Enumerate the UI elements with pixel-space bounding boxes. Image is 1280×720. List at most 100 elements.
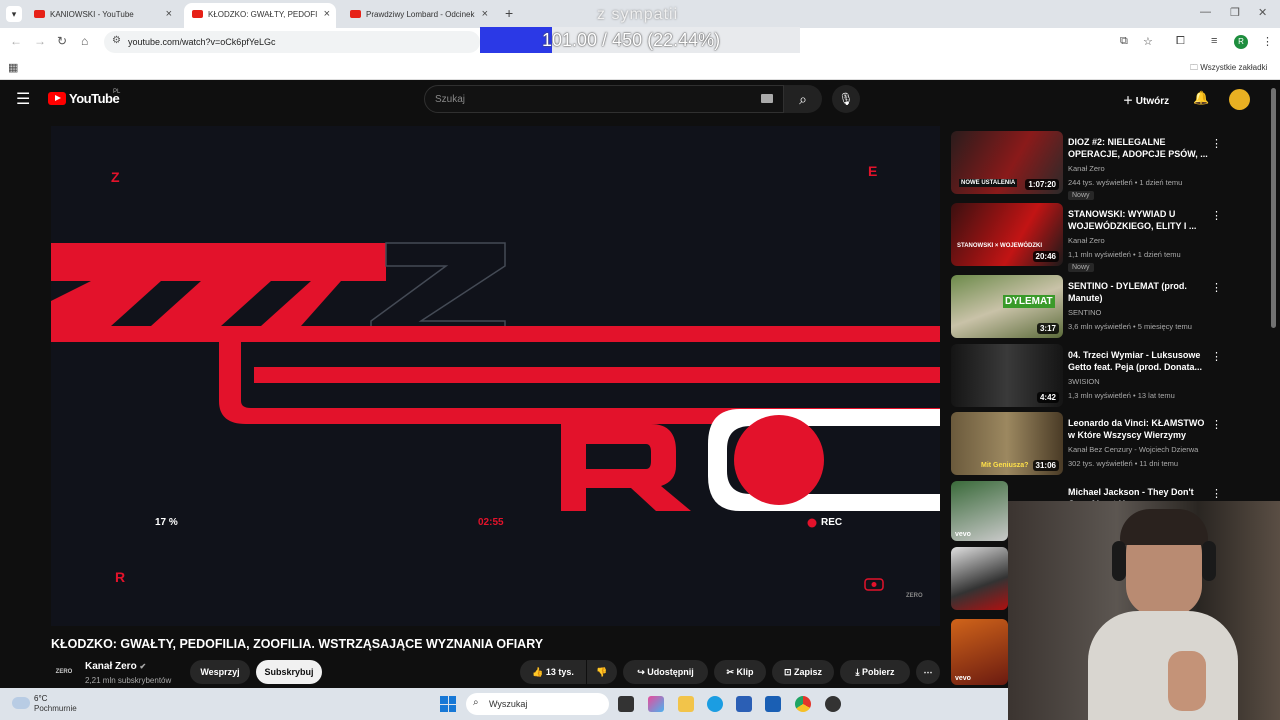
- recommendation-thumbnail[interactable]: 4:42: [951, 344, 1063, 407]
- task-view-icon[interactable]: [618, 696, 634, 712]
- recommendation-title: Leonardo da Vinci: KŁAMSTWO w Które Wszy…: [1068, 418, 1205, 440]
- search-icon: ⌕: [473, 697, 479, 708]
- youtube-favicon-icon: [34, 10, 45, 18]
- dislike-button[interactable]: 👎: [587, 660, 617, 684]
- taskbar-search-input[interactable]: ⌕ Wyszukaj: [466, 693, 609, 715]
- install-app-icon[interactable]: ⧉: [1120, 35, 1128, 48]
- tab-search-icon[interactable]: ▾: [6, 6, 22, 22]
- streamer-hair: [1120, 509, 1208, 545]
- apps-grid-icon[interactable]: ▦: [8, 61, 18, 74]
- edge-icon[interactable]: [707, 696, 723, 712]
- recommendation-thumbnail[interactable]: NOWE USTALENIA 1:07:20: [951, 131, 1063, 194]
- recommendation-title: DIOZ #2: NIELEGALNE OPERACJE, ADOPCJE PS…: [1068, 137, 1208, 159]
- bookmark-star-icon[interactable]: ☆: [1143, 35, 1153, 48]
- share-button[interactable]: ↪ Udostępnij: [623, 660, 708, 684]
- recommendation-item[interactable]: STANOWSKI × WOJEWÓDZKI 20:46 STANOWSKI: …: [951, 203, 1271, 272]
- recommendation-thumbnail[interactable]: DYLEMAT 3:17: [951, 275, 1063, 338]
- thumbs-down-icon: 👎: [596, 667, 608, 677]
- save-button[interactable]: ⊡ Zapisz: [772, 660, 834, 684]
- menu-hamburger-icon[interactable]: ☰: [16, 89, 30, 109]
- more-vert-icon[interactable]: ⋮: [1211, 209, 1222, 222]
- account-avatar[interactable]: [1229, 89, 1250, 110]
- keyboard-icon[interactable]: [761, 94, 773, 103]
- stream-goal-title: z sympatii: [597, 6, 679, 23]
- recommendation-thumbnail[interactable]: Mit Geniusza? 31:06: [951, 412, 1063, 475]
- channel-avatar[interactable]: ZERO: [51, 662, 77, 682]
- chrome-icon[interactable]: [795, 696, 811, 712]
- browser-tab-active[interactable]: KŁODZKO: GWAŁTY, PEDOFILIA ×: [184, 3, 336, 28]
- file-explorer-icon[interactable]: [678, 696, 694, 712]
- site-info-icon[interactable]: ⚙: [112, 35, 121, 46]
- channel-name[interactable]: Kanał Zero ✔: [85, 661, 146, 672]
- clip-label: Klip: [736, 667, 754, 677]
- download-button[interactable]: ⤓ Pobierz: [840, 660, 910, 684]
- thumbnail-caption: STANOWSKI × WOJEWÓDZKI: [957, 243, 1043, 249]
- bookmark-icon: ⊡: [783, 667, 792, 677]
- more-vert-icon[interactable]: ⋮: [1211, 350, 1222, 363]
- recommendation-thumbnail[interactable]: STANOWSKI × WOJEWÓDZKI 20:46: [951, 203, 1063, 266]
- recommendation-item[interactable]: DYLEMAT 3:17 SENTINO - DYLEMAT (prod. Ma…: [951, 275, 1271, 339]
- recommendation-item[interactable]: 4:42 04. Trzeci Wymiar - Luksusowe Getto…: [951, 344, 1271, 408]
- recommendation-meta: 244 tys. wyświetleń • 1 dzień temu: [1068, 178, 1183, 187]
- close-tab-icon[interactable]: ×: [482, 8, 488, 20]
- address-bar[interactable]: ⚙ youtube.com/watch?v=oCk6pfYeLGc: [104, 31, 480, 53]
- cloud-icon: [12, 697, 30, 709]
- thumbnail-caption: DYLEMAT: [1003, 295, 1055, 308]
- windows-start-icon[interactable]: [440, 696, 456, 712]
- more-vert-icon[interactable]: ⋮: [1211, 137, 1222, 150]
- like-count: 13 tys.: [545, 667, 574, 677]
- recommendation-thumbnail[interactable]: vevo: [951, 619, 1008, 685]
- close-tab-icon[interactable]: ×: [166, 8, 172, 20]
- create-button[interactable]: ＋ Utwórz: [1123, 92, 1169, 107]
- page-scrollbar[interactable]: [1271, 88, 1276, 328]
- all-bookmarks[interactable]: 🗀 Wszystkie zakładki: [1190, 62, 1267, 76]
- close-tab-icon[interactable]: ×: [324, 8, 330, 20]
- back-icon[interactable]: ←: [10, 34, 22, 48]
- home-icon[interactable]: ⌂: [81, 34, 88, 48]
- search-input[interactable]: Szukaj: [424, 85, 784, 113]
- profile-avatar[interactable]: R: [1234, 35, 1248, 49]
- recommendation-thumbnail[interactable]: [951, 547, 1008, 610]
- more-actions-button[interactable]: ⋯: [916, 660, 940, 684]
- overlay-rec: REC: [821, 517, 843, 528]
- youtube-logo-icon[interactable]: [48, 92, 66, 105]
- share-label: Udostępnij: [647, 667, 694, 677]
- forward-icon[interactable]: →: [34, 34, 46, 48]
- chrome-menu-icon[interactable]: ⋮: [1262, 35, 1273, 48]
- minimize-icon[interactable]: —: [1200, 6, 1211, 18]
- video-player[interactable]: Z E R 17 % 02:55 REC ZERO: [51, 126, 940, 626]
- more-icon: ⋯: [923, 667, 933, 677]
- youtube-favicon-icon: [192, 10, 203, 18]
- obs-icon[interactable]: [825, 696, 841, 712]
- notifications-bell-icon[interactable]: 🔔: [1193, 90, 1209, 106]
- search-button[interactable]: ⌕: [784, 85, 822, 113]
- reload-icon[interactable]: ↻: [57, 34, 67, 48]
- maximize-icon[interactable]: ❐: [1230, 6, 1240, 19]
- like-button[interactable]: 👍 13 tys.: [520, 660, 586, 684]
- outlook-icon[interactable]: [736, 696, 752, 712]
- url-text: youtube.com/watch?v=oCk6pfYeLGc: [128, 37, 276, 47]
- browser-tab[interactable]: Prawdziwy Lombard - Odcinek ×: [342, 3, 494, 28]
- subscribe-button[interactable]: Subskrybuj: [256, 660, 322, 684]
- voice-search-button[interactable]: 🎙: [832, 85, 860, 113]
- recommendation-thumbnail[interactable]: vevo: [951, 481, 1008, 541]
- reading-list-icon[interactable]: ≡: [1211, 35, 1217, 47]
- recommendation-item[interactable]: NOWE USTALENIA 1:07:20 DIOZ #2: NIELEGAL…: [951, 131, 1271, 200]
- support-button[interactable]: Wesprzyj: [190, 660, 250, 684]
- stream-goal-progress: 101.00 / 450 (22.44%): [480, 27, 800, 53]
- new-tab-icon[interactable]: +: [505, 5, 513, 21]
- more-vert-icon[interactable]: ⋮: [1211, 281, 1222, 294]
- recommendation-meta: 1,3 mln wyświetleń • 13 lat temu: [1068, 391, 1175, 400]
- more-vert-icon[interactable]: ⋮: [1211, 418, 1222, 431]
- copilot-icon[interactable]: [648, 696, 664, 712]
- close-window-icon[interactable]: ✕: [1258, 6, 1267, 19]
- more-vert-icon[interactable]: ⋮: [1211, 487, 1222, 500]
- recommendation-item[interactable]: Mit Geniusza? 31:06 Leonardo da Vinci: K…: [951, 412, 1271, 476]
- store-icon[interactable]: [765, 696, 781, 712]
- extensions-icon[interactable]: ⧠: [1176, 35, 1185, 48]
- browser-tab[interactable]: KANIOWSKI - YouTube ×: [26, 3, 178, 28]
- youtube-logo-text[interactable]: YouTube: [69, 91, 120, 106]
- duration-badge: 20:46: [1032, 251, 1059, 262]
- clip-button[interactable]: ✂ Klip: [714, 660, 766, 684]
- all-bookmarks-label: Wszystkie zakładki: [1200, 63, 1268, 72]
